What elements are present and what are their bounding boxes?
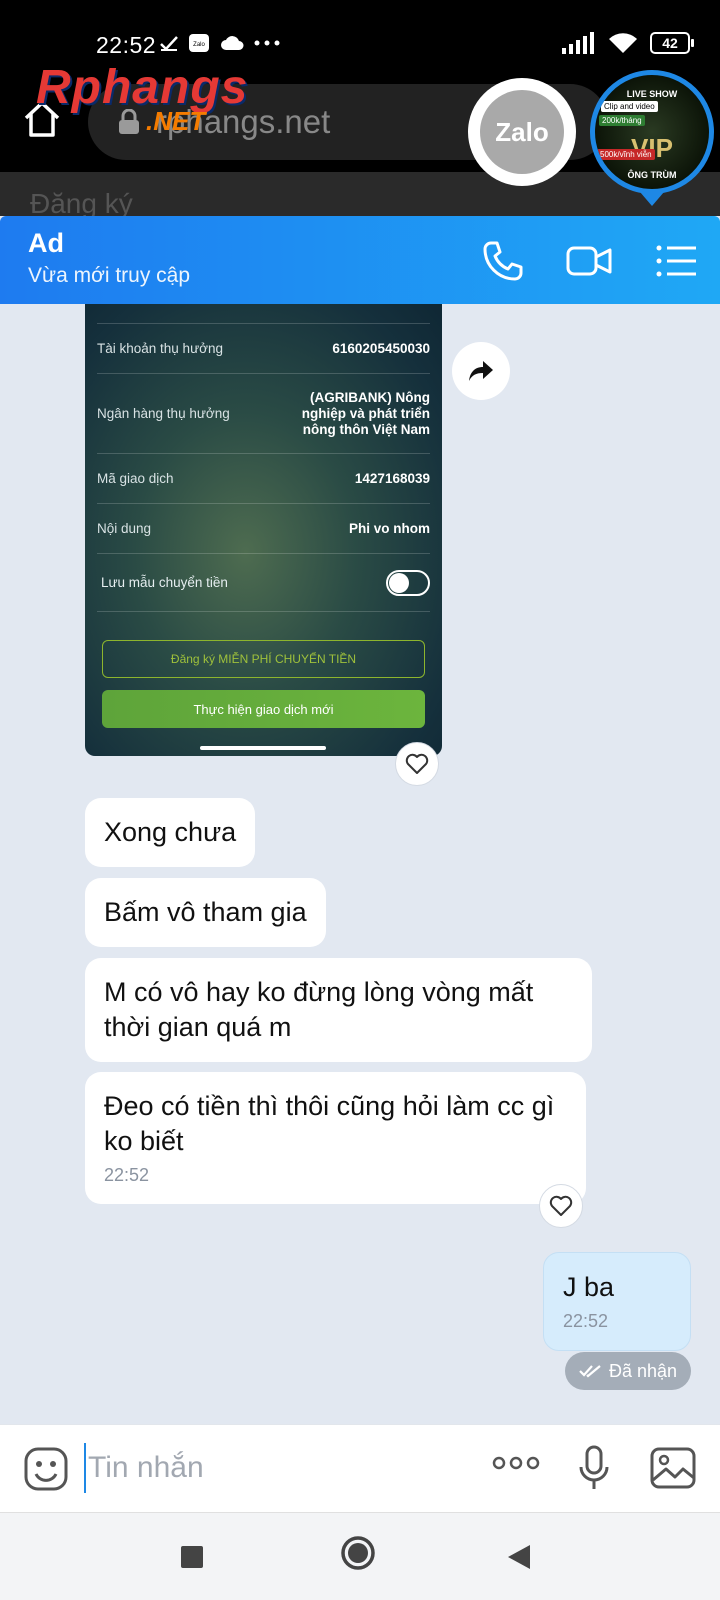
zalo-logo-icon: Zalo: [480, 90, 564, 174]
contact-name[interactable]: Ad: [28, 228, 64, 259]
save-template-toggle: [386, 569, 430, 596]
zalo-notification-icon: Zalo: [189, 34, 209, 52]
zalo-chat-head[interactable]: Zalo: [468, 78, 576, 186]
vip-bottom-text: ÔNG TRÙM: [627, 170, 677, 180]
receipt-save-template-row: Lưu mẫu chuyển tiền: [97, 554, 430, 612]
signal-icon: [562, 32, 594, 54]
phone-call-icon[interactable]: [480, 238, 526, 284]
receipt-value: Phi vo nhom: [349, 520, 430, 536]
message-time: 22:52: [104, 1165, 150, 1185]
receipt-label: Tài khoản thụ hưởng: [97, 341, 223, 356]
receipt-label: Lưu mẫu chuyển tiền: [101, 575, 228, 590]
recent-apps-icon[interactable]: [180, 1545, 204, 1569]
battery-icon: 42: [650, 32, 694, 54]
video-call-icon[interactable]: [566, 238, 612, 284]
message-bubble[interactable]: Bấm vô tham gia: [85, 878, 326, 947]
receipt-row: Ngân hàng thụ hưởng (AGRIBANK) Nông nghi…: [97, 374, 430, 454]
vip-tag-2: 200k/tháng: [599, 115, 645, 126]
message-bubble[interactable]: Đeo có tiền thì thôi cũng hỏi làm cc gì …: [85, 1072, 586, 1204]
receipt-home-indicator: [200, 746, 326, 750]
receipt-label: Mã giao dịch: [97, 471, 174, 486]
message-bubble[interactable]: M có vô hay ko đừng lòng vòng mất thời g…: [85, 958, 592, 1062]
image-gallery-icon[interactable]: [650, 1447, 696, 1489]
forward-arrow-icon: [469, 361, 493, 381]
contact-status: Vừa mới truy cập: [28, 264, 191, 287]
receipt-row: Nội dung Phi vo nhom: [97, 504, 430, 554]
message-composer: [0, 1424, 720, 1512]
message-text: Xong chưa: [104, 817, 237, 847]
check-icon: [160, 36, 178, 51]
receipt-label: Ngân hàng thụ hưởng: [97, 406, 230, 421]
receipt-value: 6160205450030: [332, 340, 430, 356]
message-bubble[interactable]: Xong chưa: [85, 798, 256, 867]
more-dots-icon: [254, 40, 280, 46]
chat-head-pointer: [640, 192, 664, 206]
status-time: 22:52: [96, 32, 157, 58]
message-text: Bấm vô tham gia: [104, 897, 307, 927]
vip-chat-head[interactable]: LIVE SHOW Clip and video 200k/tháng VIP …: [590, 70, 714, 194]
chat-header: Ad Vừa mới truy cập: [0, 216, 720, 304]
android-navigation-bar: [0, 1512, 720, 1600]
react-heart-button[interactable]: [539, 1184, 583, 1228]
vip-tag-3: 500k/vĩnh viễn: [597, 149, 655, 160]
heart-icon: [405, 753, 429, 774]
receipt-row-cut: [97, 304, 430, 324]
notification-icons: Zalo: [160, 33, 280, 53]
receipt-row: Tài khoản thụ hưởng 6160205450030: [97, 324, 430, 374]
forward-button[interactable]: [452, 342, 510, 400]
receipt-register-button: Đăng ký MIỄN PHÍ CHUYỂN TIỀN: [102, 640, 425, 678]
cloud-icon: [221, 36, 244, 50]
wifi-icon: [609, 33, 637, 53]
back-icon[interactable]: [506, 1543, 532, 1571]
heart-icon: [549, 1195, 573, 1216]
my-message-bubble[interactable]: J ba 22:52: [543, 1252, 691, 1351]
vip-top-text: LIVE SHOW: [626, 89, 678, 99]
system-icons: 42: [562, 32, 694, 54]
svg-text:Zalo: Zalo: [193, 42, 205, 48]
sticker-emoji-icon[interactable]: [24, 1447, 68, 1491]
message-time: 22:52: [563, 1311, 609, 1331]
site-logo-text: Rphangs: [36, 61, 249, 114]
bank-receipt-image[interactable]: Tài khoản thụ hưởng 6160205450030 Ngân h…: [85, 304, 442, 756]
message-text: Đeo có tiền thì thôi cũng hỏi làm cc gì …: [104, 1091, 555, 1156]
receipt-row: Mã giao dịch 1427168039: [97, 454, 430, 504]
microphone-icon[interactable]: [578, 1445, 610, 1493]
receipt-label: Nội dung: [97, 521, 152, 536]
site-logo-suffix: .NET: [146, 106, 206, 136]
react-heart-button[interactable]: [395, 742, 439, 786]
delivered-label: Đã nhận: [608, 1360, 678, 1381]
message-input[interactable]: [84, 1443, 464, 1493]
delivered-status-badge: Đã nhận: [565, 1352, 691, 1390]
receipt-value: (AGRIBANK) Nông nghiệp và phát triển nôn…: [301, 389, 430, 437]
receipt-value: 1427168039: [354, 470, 430, 486]
more-options-icon[interactable]: [492, 1455, 540, 1471]
message-text: J ba: [563, 1272, 615, 1302]
menu-list-icon[interactable]: [654, 238, 700, 284]
receipt-new-transaction-button: Thực hiện giao dịch mới: [102, 690, 425, 728]
double-check-icon: [579, 1365, 601, 1378]
site-logo: Rphangs: [36, 60, 248, 115]
home-button-icon[interactable]: [340, 1535, 376, 1571]
vip-tag-1: Clip and video: [601, 101, 658, 112]
message-text: M có vô hay ko đừng lòng vòng mất thời g…: [104, 977, 534, 1042]
